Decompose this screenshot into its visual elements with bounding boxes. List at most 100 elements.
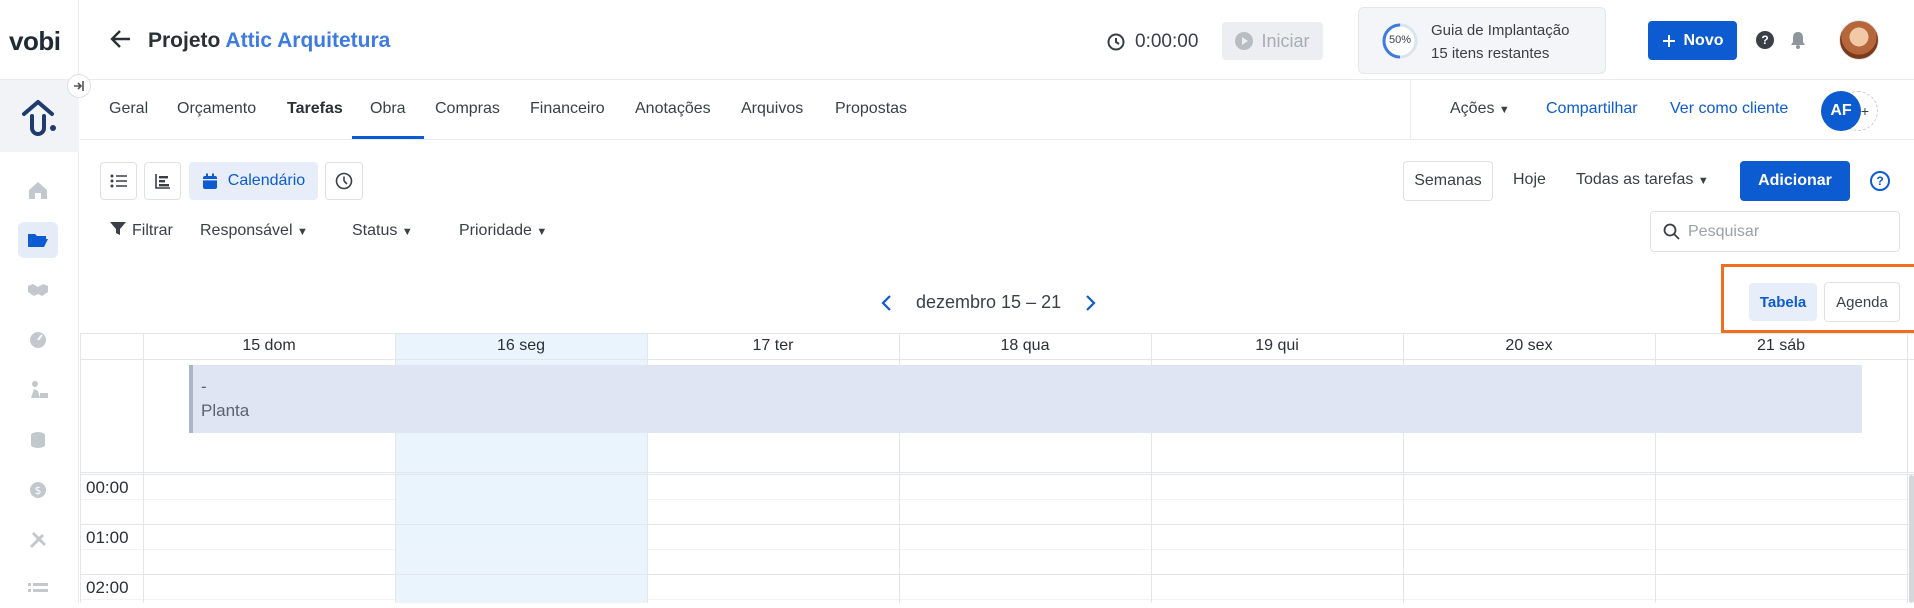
clock-icon	[1107, 33, 1125, 51]
sidebar-item-workers[interactable]	[18, 372, 58, 408]
speedometer-icon	[335, 172, 353, 190]
vobi-logo: vobi	[9, 26, 61, 56]
week-range-label: dezembro 15 – 21	[916, 292, 1062, 312]
tab-anotacoes[interactable]: Anotações	[635, 100, 711, 118]
project-tabs: Geral Orçamento Tarefas Obra Compras Fin…	[80, 80, 1914, 140]
guide-subtitle: 15 itens restantes	[1431, 45, 1550, 62]
week-navigator: dezembro 15 – 21	[880, 292, 1097, 313]
day-header[interactable]: 19 qui	[1151, 337, 1403, 355]
grid-line	[80, 359, 1914, 360]
grid-line	[80, 549, 1914, 550]
priority-filter-label: Prioridade	[459, 222, 532, 239]
table-view-toggle[interactable]: Tabela	[1749, 283, 1817, 321]
day-header[interactable]: 21 sáb	[1655, 337, 1907, 355]
sidebar-item-dashboard[interactable]	[18, 322, 58, 358]
event-title: Planta	[201, 401, 250, 420]
list-icon	[28, 583, 48, 592]
company-logo-icon	[21, 100, 56, 136]
task-scope-dropdown[interactable]: Todas as tarefas ▼	[1576, 171, 1709, 189]
filter-button[interactable]: Filtrar	[110, 222, 173, 240]
today-button[interactable]: Hoje	[1513, 171, 1546, 189]
day-header[interactable]: 15 dom	[143, 337, 395, 355]
tab-tarefas[interactable]: Tarefas	[287, 100, 343, 118]
tab-orcamento[interactable]: Orçamento	[177, 100, 256, 118]
tab-compras[interactable]: Compras	[435, 100, 500, 118]
list-view-button[interactable]	[100, 162, 137, 200]
dashboard-view-button[interactable]	[325, 162, 363, 200]
help-icon[interactable]: ?	[1756, 31, 1774, 49]
sidebar-item-deals[interactable]	[18, 272, 58, 308]
calendar-event[interactable]: - Planta	[189, 365, 1862, 433]
coins-icon	[31, 432, 45, 448]
responsible-filter[interactable]: Responsável ▼	[200, 222, 308, 240]
notifications-button[interactable]	[1790, 31, 1806, 54]
dollar-icon: $	[30, 482, 46, 498]
page-title: Projeto Attic Arquitetura	[148, 29, 390, 53]
week-calendar: 15 dom 16 seg 17 ter 18 qua 19 qui 20 se…	[80, 333, 1914, 603]
sidebar-item-home[interactable]	[18, 172, 58, 208]
sidebar-item-finance[interactable]	[18, 422, 58, 458]
day-header[interactable]: 16 seg	[395, 337, 647, 355]
hour-label: 01:00	[86, 528, 129, 547]
member-avatar[interactable]: AF	[1821, 91, 1861, 131]
calendar-view-button[interactable]: Calendário	[189, 162, 318, 200]
event-time-label: -	[201, 377, 207, 396]
guide-percent: 50%	[1388, 34, 1412, 46]
grid-line	[143, 333, 144, 603]
handshake-icon	[28, 284, 48, 296]
grid-line	[80, 524, 1914, 525]
project-name-link[interactable]: Attic Arquitetura	[225, 29, 390, 52]
active-tab-indicator	[352, 136, 424, 139]
new-button[interactable]: Novo	[1648, 21, 1737, 60]
user-avatar[interactable]	[1839, 20, 1879, 60]
day-header[interactable]: 18 qua	[899, 337, 1151, 355]
grid-line	[80, 474, 1914, 475]
sidebar-item-tools[interactable]	[18, 522, 58, 558]
implementation-guide[interactable]: 50% Guia de Implantação 15 itens restant…	[1358, 7, 1606, 74]
back-button[interactable]	[110, 28, 132, 55]
chevron-right-icon[interactable]	[1085, 294, 1097, 312]
day-header[interactable]: 20 sex	[1403, 337, 1655, 355]
gantt-view-button[interactable]	[144, 162, 181, 200]
hour-label: 02:00	[86, 578, 129, 597]
add-task-button[interactable]: Adicionar	[1740, 161, 1850, 201]
tab-propostas[interactable]: Propostas	[835, 100, 907, 118]
tab-arquivos[interactable]: Arquivos	[741, 100, 803, 118]
view-as-client-link[interactable]: Ver como cliente	[1670, 100, 1788, 118]
agenda-view-toggle[interactable]: Agenda	[1824, 282, 1900, 322]
project-prefix: Projeto	[148, 29, 221, 52]
day-header[interactable]: 17 ter	[647, 337, 899, 355]
start-timer-button[interactable]: Iniciar	[1222, 22, 1323, 60]
help-circle-icon[interactable]: ?	[1870, 171, 1890, 191]
sidebar-toggle-button[interactable]	[67, 74, 91, 98]
filter-label: Filtrar	[132, 222, 173, 239]
caret-down-icon: ▼	[536, 226, 548, 238]
grid-line	[1907, 333, 1908, 603]
tools-icon	[29, 531, 47, 549]
sidebar-item-payments[interactable]: $	[18, 472, 58, 508]
status-filter-label: Status	[352, 222, 398, 239]
actions-label: Ações	[1450, 100, 1495, 117]
actions-dropdown[interactable]: Ações ▼	[1450, 100, 1510, 118]
tab-financeiro[interactable]: Financeiro	[530, 100, 605, 118]
header: Projeto Attic Arquitetura 0:00:00 Inicia…	[80, 0, 1914, 80]
tab-obra[interactable]: Obra	[370, 100, 406, 118]
search-box[interactable]	[1650, 211, 1900, 252]
search-input[interactable]	[1688, 222, 1888, 241]
weeks-dropdown[interactable]: Semanas	[1403, 161, 1493, 201]
folder-open-icon	[28, 234, 48, 247]
tab-geral[interactable]: Geral	[109, 100, 148, 118]
calendar-icon	[202, 173, 217, 189]
worker-icon	[31, 381, 48, 398]
grid-line	[80, 499, 1914, 500]
arrow-right-to-bracket-icon	[74, 81, 84, 91]
calendar-scrollbar[interactable]	[1909, 475, 1914, 603]
caret-down-icon: ▼	[401, 226, 413, 238]
priority-filter[interactable]: Prioridade ▼	[459, 222, 547, 240]
arrow-left-icon	[110, 30, 130, 48]
chevron-left-icon[interactable]	[880, 294, 892, 312]
share-link[interactable]: Compartilhar	[1546, 100, 1638, 118]
list-icon	[110, 174, 127, 188]
sidebar-item-projects[interactable]	[18, 222, 58, 258]
status-filter[interactable]: Status ▼	[352, 222, 413, 240]
